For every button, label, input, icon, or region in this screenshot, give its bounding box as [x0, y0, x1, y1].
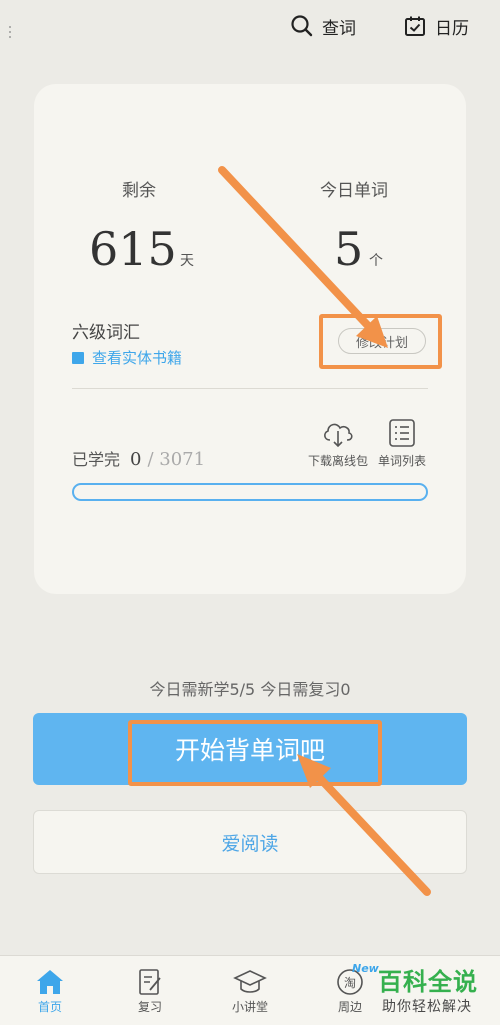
watermark-title: 百科全说	[378, 968, 478, 996]
review-icon	[139, 969, 161, 995]
tab-nearby-label: 周边	[337, 1000, 362, 1014]
arrow-to-modify-plan	[218, 166, 388, 348]
tab-lecture-label: 小讲堂	[231, 1000, 268, 1014]
tab-review[interactable]: 复习	[115, 966, 185, 1015]
arrow-to-start-button	[297, 754, 431, 896]
tab-lecture[interactable]: 小讲堂	[215, 966, 285, 1015]
tab-review-label: 复习	[137, 1000, 162, 1014]
svg-text:淘: 淘	[344, 976, 356, 990]
home-icon	[37, 970, 63, 994]
watermark: 百科全说 助你轻松解决	[372, 960, 492, 1020]
lecture-icon	[233, 970, 267, 993]
watermark-subtitle: 助你轻松解决	[382, 999, 472, 1015]
tab-home-label: 首页	[37, 1000, 62, 1014]
tab-home[interactable]: 首页	[15, 966, 85, 1015]
annotation-arrows	[218, 166, 431, 896]
